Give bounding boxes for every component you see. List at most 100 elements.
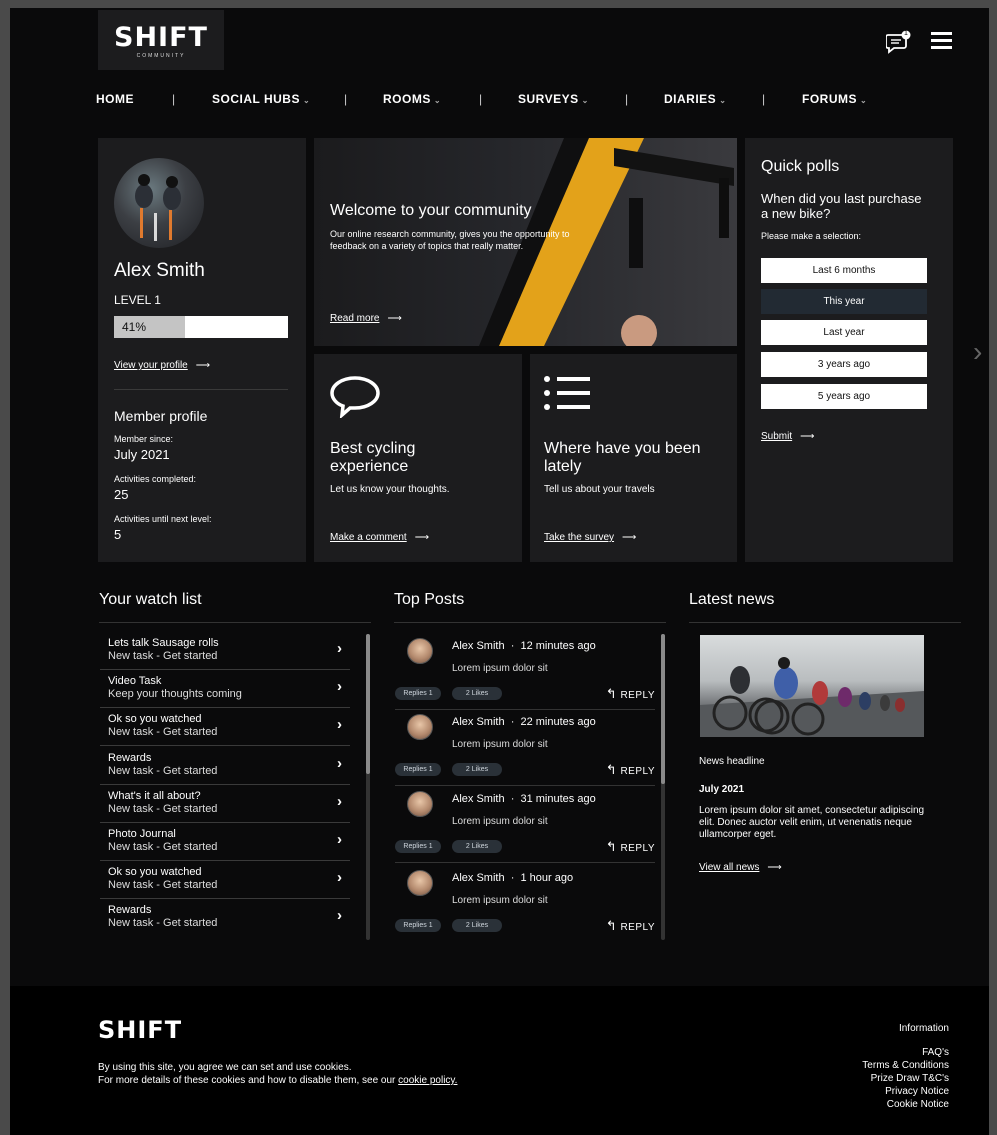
watchlist-item[interactable]: Photo Journal New task - Get started › bbox=[100, 823, 350, 861]
watchlist-item[interactable]: Ok so you watched New task - Get started › bbox=[100, 708, 350, 746]
post-body: Lorem ipsum dolor sit bbox=[452, 739, 548, 750]
poll-title: Quick polls bbox=[761, 158, 840, 175]
top-posts-rule bbox=[394, 622, 666, 623]
posts-scrollbar[interactable] bbox=[661, 634, 665, 940]
watchlist-item[interactable]: Ok so you watched New task - Get started › bbox=[100, 861, 350, 899]
speech-bubble-icon bbox=[330, 376, 380, 418]
watchlist-item[interactable]: Rewards New task - Get started › bbox=[100, 899, 350, 937]
likes-badge[interactable]: 2 Likes bbox=[452, 919, 502, 932]
nav-rooms[interactable]: ROOMS ⌄ bbox=[383, 92, 441, 106]
footer-link-terms[interactable]: Terms & Conditions bbox=[862, 1059, 949, 1072]
post-meta: Alex Smith · 12 minutes ago bbox=[452, 640, 596, 652]
member-since-label: Member since: bbox=[114, 434, 174, 444]
take-survey-link[interactable]: Take the survey ⟶ bbox=[544, 531, 636, 544]
read-more-link[interactable]: Read more ⟶ bbox=[330, 312, 402, 325]
scrollbar-thumb[interactable] bbox=[661, 634, 665, 784]
reply-button[interactable]: ↰ REPLY bbox=[606, 839, 655, 855]
nav-forums[interactable]: FORUMS ⌄ bbox=[802, 92, 867, 106]
list-icon bbox=[544, 374, 592, 414]
view-all-news-link[interactable]: View all news ⟶ bbox=[699, 861, 782, 874]
carousel-next-icon[interactable]: › bbox=[973, 336, 982, 368]
watchlist-item[interactable]: What's it all about? New task - Get start… bbox=[100, 785, 350, 823]
footer-logo[interactable]: SHIFT bbox=[98, 1016, 182, 1044]
reply-button[interactable]: ↰ REPLY bbox=[606, 762, 655, 778]
watchlist-item-sub: New task - Get started bbox=[108, 917, 218, 929]
nav-surveys[interactable]: SURVEYS ⌄ bbox=[518, 92, 589, 106]
poll-option[interactable]: Last 6 months bbox=[761, 258, 927, 283]
take-survey-label: Take the survey bbox=[544, 532, 615, 543]
poll-submit-link[interactable]: Submit ⟶ bbox=[761, 430, 814, 443]
poll-option[interactable]: Last year bbox=[761, 320, 927, 345]
view-profile-link[interactable]: View your profile ⟶ bbox=[114, 359, 210, 372]
replies-badge[interactable]: Replies 1 bbox=[395, 919, 441, 932]
footer-link-faqs[interactable]: FAQ's bbox=[862, 1046, 949, 1059]
card-body: Tell us about your travels bbox=[544, 484, 655, 495]
activity-card-survey[interactable]: Where have you been lately Tell us about… bbox=[530, 354, 737, 562]
footer-link-cookie[interactable]: Cookie Notice bbox=[862, 1098, 949, 1111]
notifications-icon[interactable]: 1 bbox=[885, 30, 912, 54]
watchlist-item-title: Rewards bbox=[108, 752, 152, 764]
card-title: Best cycling experience bbox=[330, 440, 416, 475]
replies-badge[interactable]: Replies 1 bbox=[395, 687, 441, 700]
poll-option[interactable]: 5 years ago bbox=[761, 384, 927, 409]
nav-separator: | bbox=[172, 92, 176, 106]
post-item: Alex Smith · 31 minutes ago Lorem ipsum … bbox=[395, 785, 655, 863]
reply-button[interactable]: ↰ REPLY bbox=[606, 918, 655, 934]
post-avatar bbox=[407, 870, 433, 896]
nav-social-hubs[interactable]: SOCIAL HUBS ⌄ bbox=[212, 92, 310, 106]
cookie-notice-line2: For more details of these cookies and ho… bbox=[98, 1074, 457, 1087]
post-time: 1 hour ago bbox=[520, 872, 574, 884]
reply-button[interactable]: ↰ REPLY bbox=[606, 686, 655, 702]
hamburger-menu-icon[interactable] bbox=[931, 30, 953, 50]
activities-next-level-value: 5 bbox=[114, 527, 122, 542]
activities-completed-label: Activities completed: bbox=[114, 474, 197, 484]
likes-badge[interactable]: 2 Likes bbox=[452, 687, 502, 700]
replies-badge[interactable]: Replies 1 bbox=[395, 840, 441, 853]
likes-badge[interactable]: 2 Likes bbox=[452, 840, 502, 853]
poll-option[interactable]: 3 years ago bbox=[761, 352, 927, 377]
news-headline: News headline bbox=[699, 756, 765, 767]
watchlist-item[interactable]: Video Task Keep your thoughts coming › bbox=[100, 670, 350, 708]
member-since-value: July 2021 bbox=[114, 447, 170, 462]
site-logo[interactable]: SHIFT COMMUNITY bbox=[98, 10, 224, 70]
watchlist-item-title: Ok so you watched bbox=[108, 866, 202, 878]
profile-card: Alex Smith LEVEL 1 41% View your profile… bbox=[98, 138, 306, 562]
poll-option-selected[interactable]: This year bbox=[761, 289, 927, 314]
news-rule bbox=[689, 622, 961, 623]
arrow-right-icon: ⟶ bbox=[387, 313, 402, 324]
level-progress-bar: 41% bbox=[114, 316, 288, 338]
watchlist-item-sub: New task - Get started bbox=[108, 879, 218, 891]
watchlist-item[interactable]: Lets talk Sausage rolls New task - Get st… bbox=[100, 632, 350, 670]
news-image[interactable] bbox=[700, 635, 924, 737]
cookie-policy-link[interactable]: cookie policy. bbox=[398, 1075, 457, 1086]
poll-instruction: Please make a selection: bbox=[761, 231, 862, 241]
activity-card-comment[interactable]: Best cycling experience Let us know your… bbox=[314, 354, 522, 562]
chevron-right-icon: › bbox=[337, 793, 342, 810]
footer-link-prize-draw[interactable]: Prize Draw T&C's bbox=[862, 1072, 949, 1085]
watchlist-item-title: Lets talk Sausage rolls bbox=[108, 637, 219, 649]
replies-badge[interactable]: Replies 1 bbox=[395, 763, 441, 776]
make-comment-link[interactable]: Make a comment ⟶ bbox=[330, 531, 429, 544]
watchlist-item-sub: New task - Get started bbox=[108, 765, 218, 777]
footer-link-privacy[interactable]: Privacy Notice bbox=[862, 1085, 949, 1098]
view-profile-label: View your profile bbox=[114, 360, 188, 371]
watchlist-item-sub: Keep your thoughts coming bbox=[108, 688, 242, 700]
likes-badge[interactable]: 2 Likes bbox=[452, 763, 502, 776]
nav-home[interactable]: HOME bbox=[96, 92, 134, 106]
scrollbar-thumb[interactable] bbox=[366, 634, 370, 774]
nav-diaries[interactable]: DIARIES ⌄ bbox=[664, 92, 726, 106]
post-author: Alex Smith bbox=[452, 716, 505, 728]
page-frame: SHIFT COMMUNITY 1 HOME | SOCIAL HUBS ⌄ | … bbox=[10, 8, 989, 1135]
post-time: 12 minutes ago bbox=[520, 640, 596, 652]
post-time: 22 minutes ago bbox=[520, 716, 596, 728]
watchlist-item-title: What's it all about? bbox=[108, 790, 201, 802]
watchlist-item-sub: New task - Get started bbox=[108, 841, 218, 853]
post-avatar bbox=[407, 638, 433, 664]
main-nav: HOME | SOCIAL HUBS ⌄ | ROOMS ⌄ | SURVEYS ⌄ … bbox=[96, 92, 886, 108]
nav-diaries-label: DIARIES bbox=[664, 92, 717, 106]
watchlist-scrollbar[interactable] bbox=[366, 634, 370, 940]
chevron-down-icon: ⌄ bbox=[433, 96, 442, 105]
watchlist-item[interactable]: Rewards New task - Get started › bbox=[100, 747, 350, 785]
post-body: Lorem ipsum dolor sit bbox=[452, 816, 548, 827]
nav-separator: | bbox=[344, 92, 348, 106]
